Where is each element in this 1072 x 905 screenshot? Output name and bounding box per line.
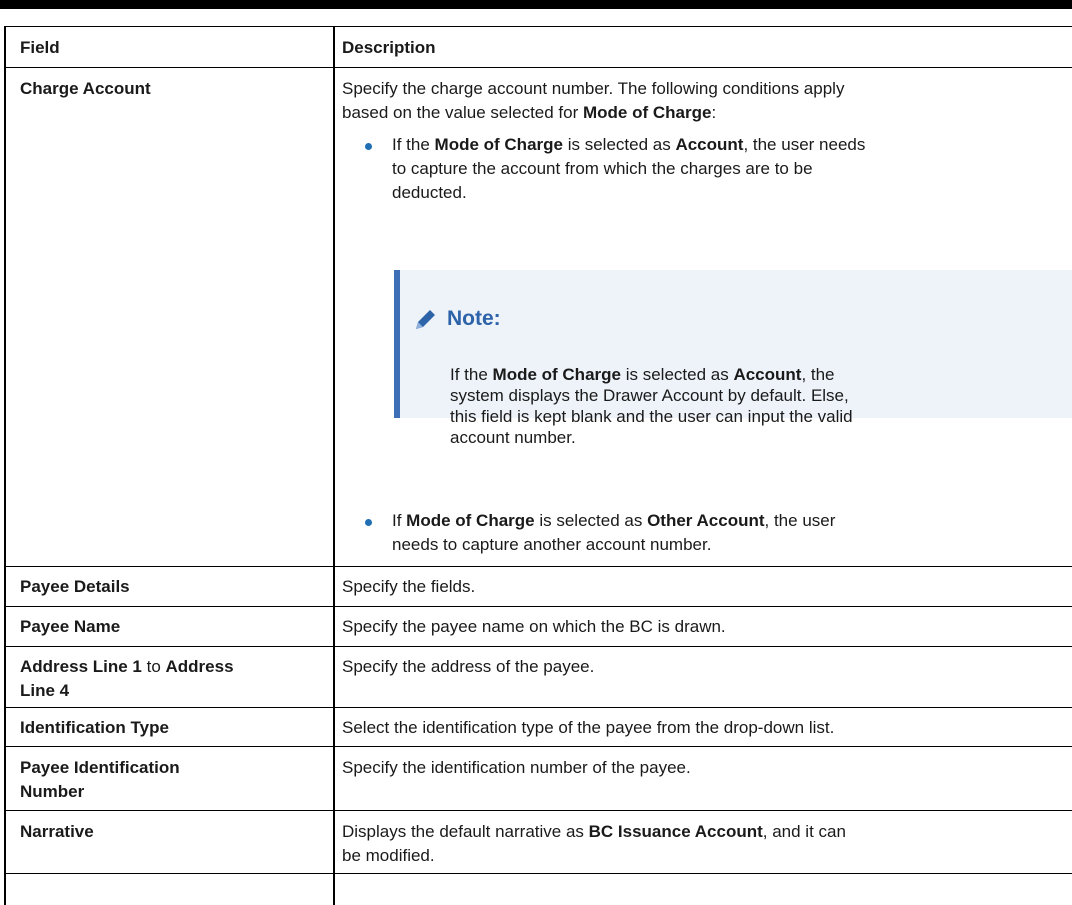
bullet2-line2: needs to capture another account number. [392,535,712,554]
row-divider [4,646,1072,647]
field-charge-account: Charge Account [20,79,151,98]
desc-identification-type: Select the identification type of the pa… [342,718,835,737]
desc-charge-account-line1: Specify the charge account number. The f… [342,79,845,98]
field-identification-type: Identification Type [20,718,169,737]
note-body: If the Mode of Charge is selected as Acc… [450,364,1066,448]
note-title: Note: [447,307,501,330]
field-narrative: Narrative [20,822,94,841]
field-payee-details: Payee Details [20,577,130,596]
bullet1-line3: deducted. [392,183,467,202]
note-line3: this field is kept blank and the user ca… [450,407,853,426]
note-box: Note: If the Mode of Charge is selected … [394,270,1072,447]
desc-payee-identification-number: Specify the identification number of the… [342,758,691,777]
top-rule [0,0,1072,9]
row-divider [4,606,1072,607]
note-accent-bar [394,270,400,418]
header-description: Description [342,38,436,57]
row-divider [4,873,1072,874]
note-line4: account number. [450,428,576,447]
bullet1-line1: If the Mode of Charge is selected as Acc… [392,135,866,154]
bullet2-line1: If Mode of Charge is selected as Other A… [392,511,836,530]
row-divider [4,67,1072,68]
bullet [365,143,372,150]
field-payee-identification-number-line2: Number [20,782,85,801]
field-payee-identification-number-line1: Payee Identification [20,758,180,777]
table-border-top [4,26,1072,27]
desc-address-line: Specify the address of the payee. [342,657,595,676]
desc-payee-details: Specify the fields. [342,577,476,596]
row-divider [4,810,1072,811]
desc-charge-account-line2: based on the value selected for Mode of … [342,103,717,122]
field-payee-name: Payee Name [20,617,121,636]
desc-narrative-line2: be modified. [342,846,435,865]
field-address-line-line1: Address Line 1 to Address [20,657,234,676]
note-line1: If the Mode of Charge is selected as Acc… [450,365,835,384]
note-line2: system displays the Drawer Account by de… [450,386,849,405]
desc-payee-name: Specify the payee name on which the BC i… [342,617,726,636]
bullet [365,519,372,526]
field-address-line-line2: Line 4 [20,681,70,700]
row-divider [4,707,1072,708]
pencil-icon [416,310,435,329]
row-divider [4,746,1072,747]
bullet1-line2: to capture the account from which the ch… [392,159,813,178]
desc-narrative-line1: Displays the default narrative as BC Iss… [342,822,846,841]
header-field: Field [20,38,60,57]
table-column-divider [333,26,335,905]
row-divider [4,566,1072,567]
table-border-left [4,26,6,905]
